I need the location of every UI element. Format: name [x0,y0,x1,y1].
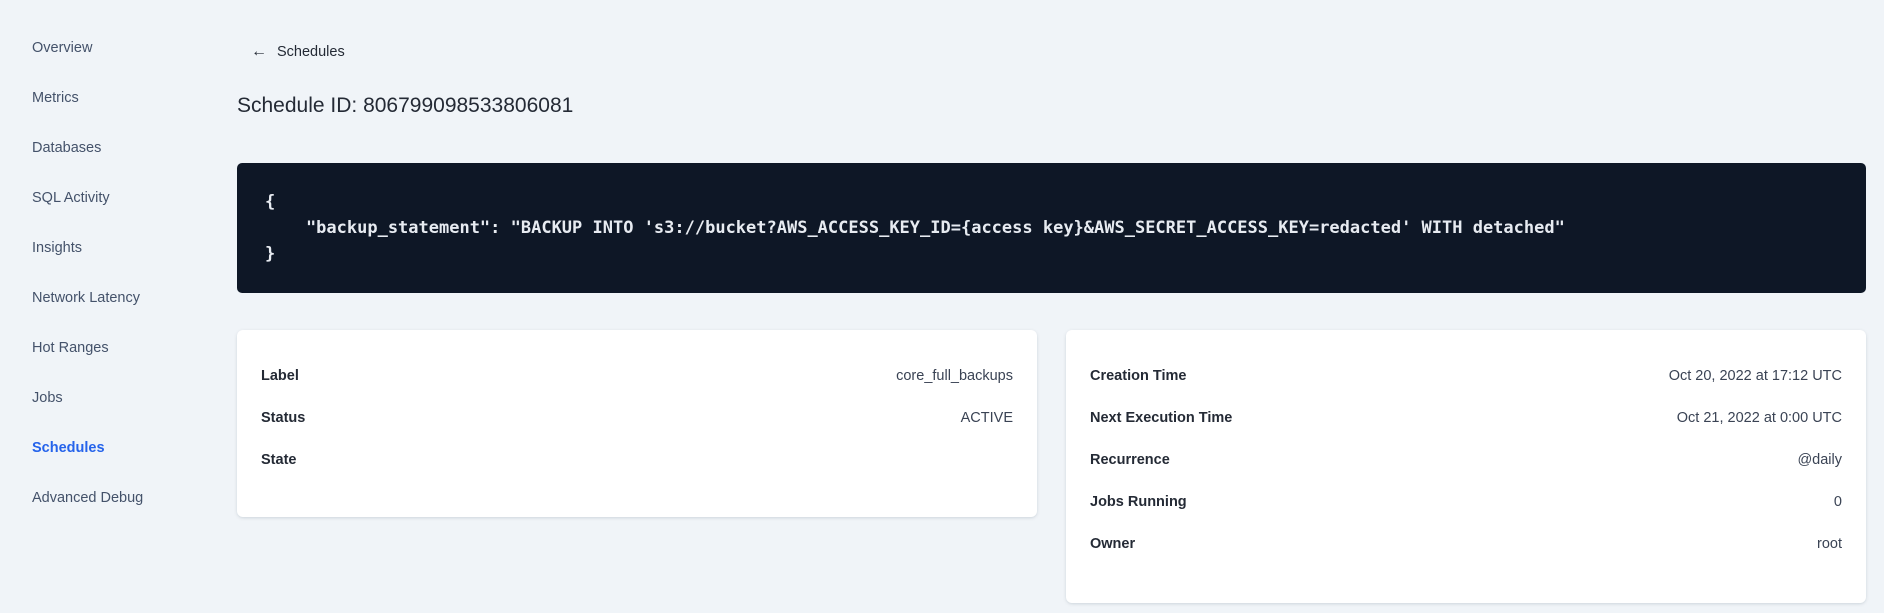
detail-row: Creation Time Oct 20, 2022 at 17:12 UTC [1090,355,1842,397]
detail-row-label: Creation Time [1090,368,1187,384]
sidebar-item-insights[interactable]: Insights [32,238,237,258]
page-title: Schedule ID: 806799098533806081 [237,94,574,117]
detail-row: Recurrence @daily [1090,439,1842,481]
sidebar-nav: Overview Metrics Databases SQL Activity Insi… [0,0,237,613]
detail-row-label: Status [261,410,306,426]
detail-row-value: Oct 20, 2022 at 17:12 UTC [1668,368,1842,384]
sidebar-item-list: Overview Metrics Databases SQL Activity Insi… [32,38,237,508]
sidebar-item-schedules[interactable]: Schedules [32,438,237,458]
sidebar-item-metrics[interactable]: Metrics [32,88,237,108]
sidebar-item-advanced-debug[interactable]: Advanced Debug [32,488,237,508]
detail-row-value: core_full_backups [896,368,1013,384]
sidebar-item-overview[interactable]: Overview [32,38,237,58]
detail-row-label: Next Execution Time [1090,410,1233,426]
sidebar-item-network-latency[interactable]: Network Latency [32,288,237,308]
detail-row-label: Recurrence [1090,452,1170,468]
sidebar-item-hot-ranges[interactable]: Hot Ranges [32,338,237,358]
detail-row: Next Execution Time Oct 21, 2022 at 0:00 … [1090,397,1842,439]
back-to-schedules-link[interactable]: ← Schedules [237,42,345,62]
arrow-left-icon: ← [251,43,267,60]
detail-row-label: State [261,452,297,468]
detail-row: State [261,439,1013,481]
detail-row-value: ACTIVE [960,410,1013,426]
schedule-details-card: Label core_full_backups Status ACTIVE State [237,330,1037,517]
back-link-label: Schedules [277,44,345,60]
detail-row-label: Jobs Running [1090,494,1187,510]
schedule-timing-card: Creation Time Oct 20, 2022 at 17:12 UTC Ne… [1066,330,1866,603]
detail-row: Owner root [1090,523,1842,565]
summary-cards: Label core_full_backups Status ACTIVE State … [237,330,1866,603]
sidebar-item-sql-activity[interactable]: SQL Activity [32,188,237,208]
detail-row-value: @daily [1797,452,1842,468]
detail-row: Jobs Running 0 [1090,481,1842,523]
sidebar-item-jobs[interactable]: Jobs [32,388,237,408]
detail-row-value: Oct 21, 2022 at 0:00 UTC [1676,410,1842,426]
sidebar-item-databases[interactable]: Databases [32,138,237,158]
detail-row-value: root [1817,536,1842,552]
detail-row: Label core_full_backups [261,355,1013,397]
detail-row-label: Label [261,368,299,384]
schedule-detail-page: ← Schedules Schedule ID: 806799098533806… [237,0,1866,613]
detail-row-value: 0 [1833,494,1842,510]
schedule-definition-block: { "backup_statement": "BACKUP INTO 's3:/… [237,163,1866,293]
detail-row-label: Owner [1090,536,1136,552]
schedule-definition-code: { "backup_statement": "BACKUP INTO 's3:/… [265,192,1565,264]
detail-row: Status ACTIVE [261,397,1013,439]
